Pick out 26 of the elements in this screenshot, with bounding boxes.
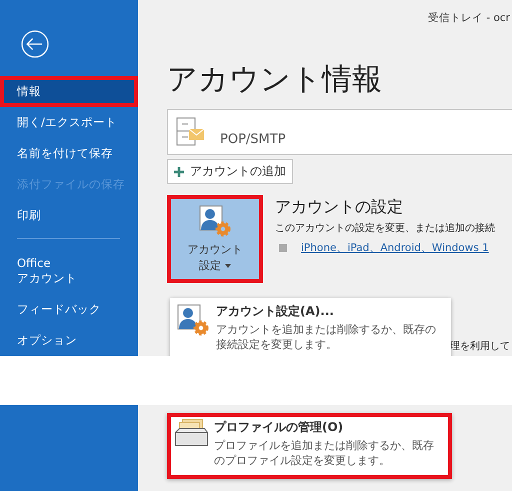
plus-icon xyxy=(174,166,184,176)
sidebar-item[interactable]: 情報 xyxy=(0,76,138,108)
bullet-icon xyxy=(279,244,287,252)
account-selector[interactable]: POP/SMTP xyxy=(167,109,512,155)
sidebar-item[interactable]: オプション xyxy=(0,325,138,356)
page-heading: アカウント情報 xyxy=(167,61,383,99)
card-file-icon xyxy=(175,419,208,446)
add-account-button[interactable]: アカウントの追加 xyxy=(167,159,293,184)
sidebar-item[interactable]: 印刷 xyxy=(0,200,138,232)
account-settings-button[interactable]: アカウント 設定 xyxy=(167,195,263,283)
sidebar-item[interactable]: Office アカウント xyxy=(0,248,138,294)
device-link[interactable]: iPhone、iPad、Android、Windows 1 xyxy=(301,241,489,255)
window-title: 受信トレイ - ocr xyxy=(427,11,510,25)
button-label: 設定 xyxy=(199,258,221,274)
sidebar-item[interactable]: 開く/エクスポート xyxy=(0,107,138,138)
user-gear-icon xyxy=(176,303,210,337)
menu-item[interactable]: プロファイルの管理(O) プロファイルを追加または削除するか、既存のプロファイル設定を変更します。 xyxy=(167,413,452,479)
button-label: アカウント xyxy=(188,242,242,258)
sidebar-item[interactable]: 名前を付けて保存 xyxy=(0,138,138,170)
user-gear-icon xyxy=(198,204,232,238)
section-heading: アカウントの設定 xyxy=(275,197,404,218)
menu-item[interactable]: アカウント設定(A)... アカウントを追加または削除するか、既存の接続設定を変更します。 xyxy=(170,298,451,356)
sidebar-item[interactable]: フィードバック xyxy=(0,294,138,325)
mail-cabinet-icon xyxy=(176,117,206,147)
caret-icon xyxy=(225,264,231,268)
section-description: このアカウントの設定を変更、または追加の接続 xyxy=(275,222,495,235)
